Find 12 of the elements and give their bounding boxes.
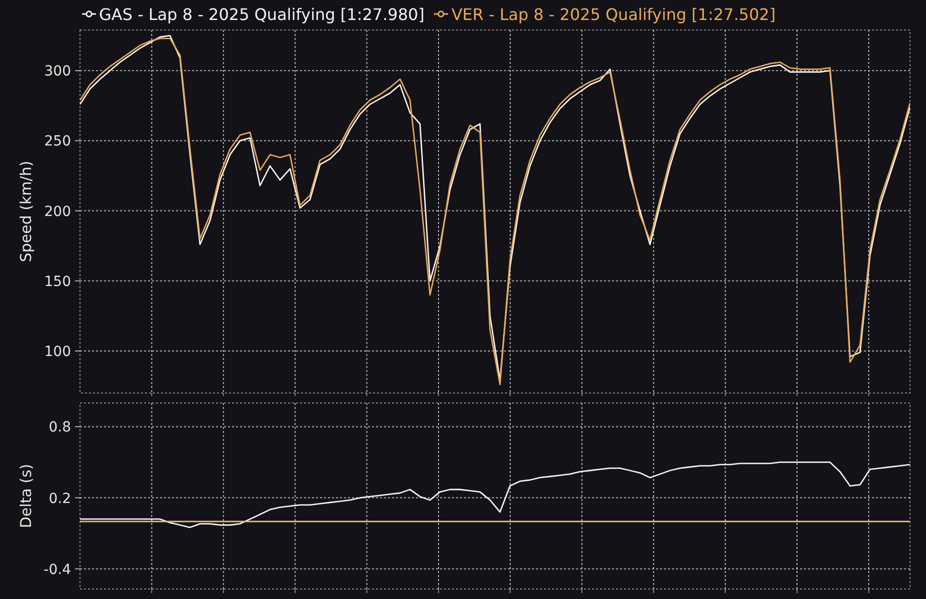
legend-label[interactable]: VER - Lap 8 - 2025 Qualifying [1:27.502] <box>451 4 776 24</box>
tick-label: 0.8 <box>48 420 71 436</box>
axis-label: Delta (s) <box>17 464 35 528</box>
tick-label: 200 <box>44 204 71 220</box>
axis-label: Speed (km/h) <box>17 160 35 262</box>
tick-label: 250 <box>44 134 71 150</box>
legend-label[interactable]: GAS - Lap 8 - 2025 Qualifying [1:27.980] <box>99 4 424 24</box>
tick-label: 0.2 <box>48 490 71 507</box>
tick-label: -0.4 <box>44 562 71 578</box>
tick-label: 150 <box>44 274 71 290</box>
tick-label: 100 <box>44 344 71 360</box>
tick-label: 300 <box>44 64 71 80</box>
